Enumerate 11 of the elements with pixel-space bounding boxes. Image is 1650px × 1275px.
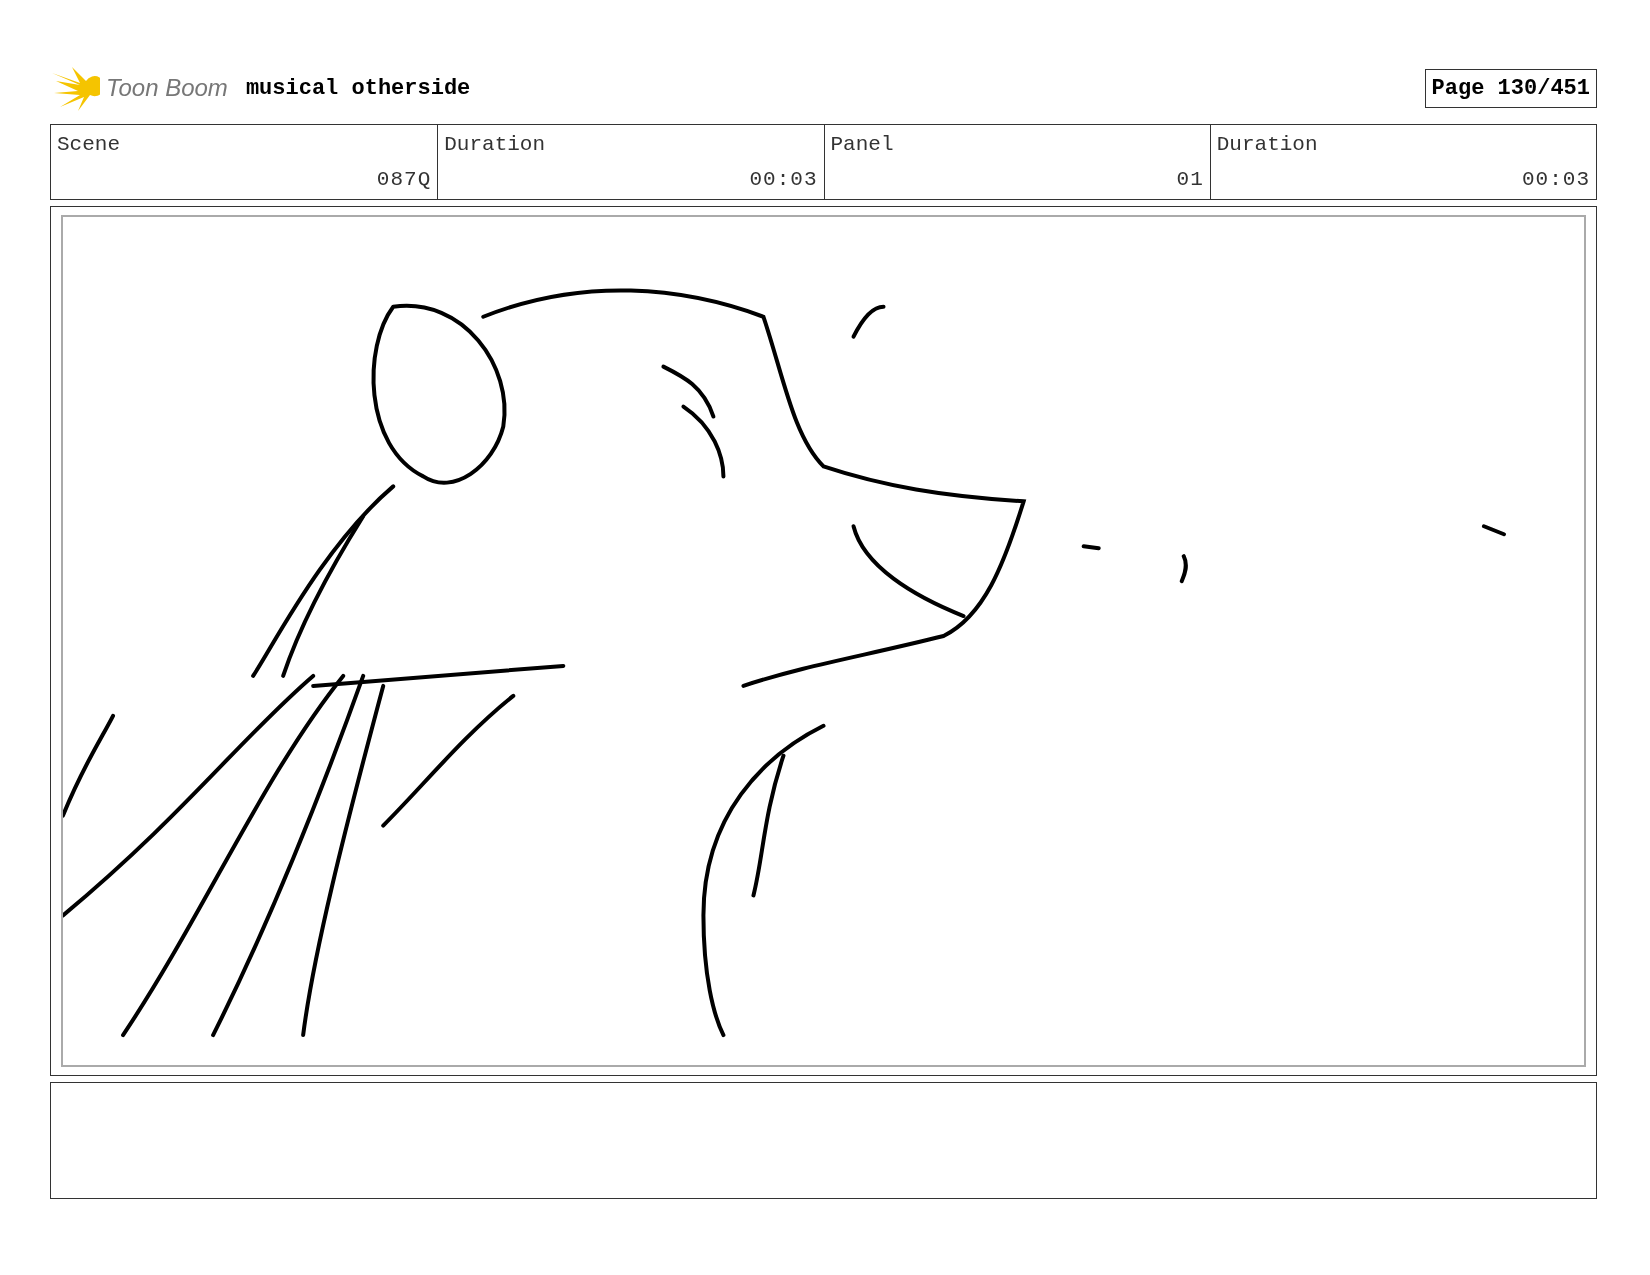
logo-text: Toon Boom <box>106 74 228 102</box>
page-number: Page 130/451 <box>1424 68 1597 108</box>
table-cell-text: 01 <box>1175 168 1204 191</box>
column-header: Duration <box>444 133 547 156</box>
table-cell-text: 00:03 <box>748 168 818 191</box>
table-cell-text: 087Q <box>375 168 432 191</box>
column-header: Scene <box>57 133 121 156</box>
project-title: musical otherside <box>245 75 471 101</box>
table-cell-text: 00:03 <box>1521 168 1590 191</box>
column-header: Duration <box>1216 133 1319 156</box>
column-header: Panel <box>830 133 895 156</box>
